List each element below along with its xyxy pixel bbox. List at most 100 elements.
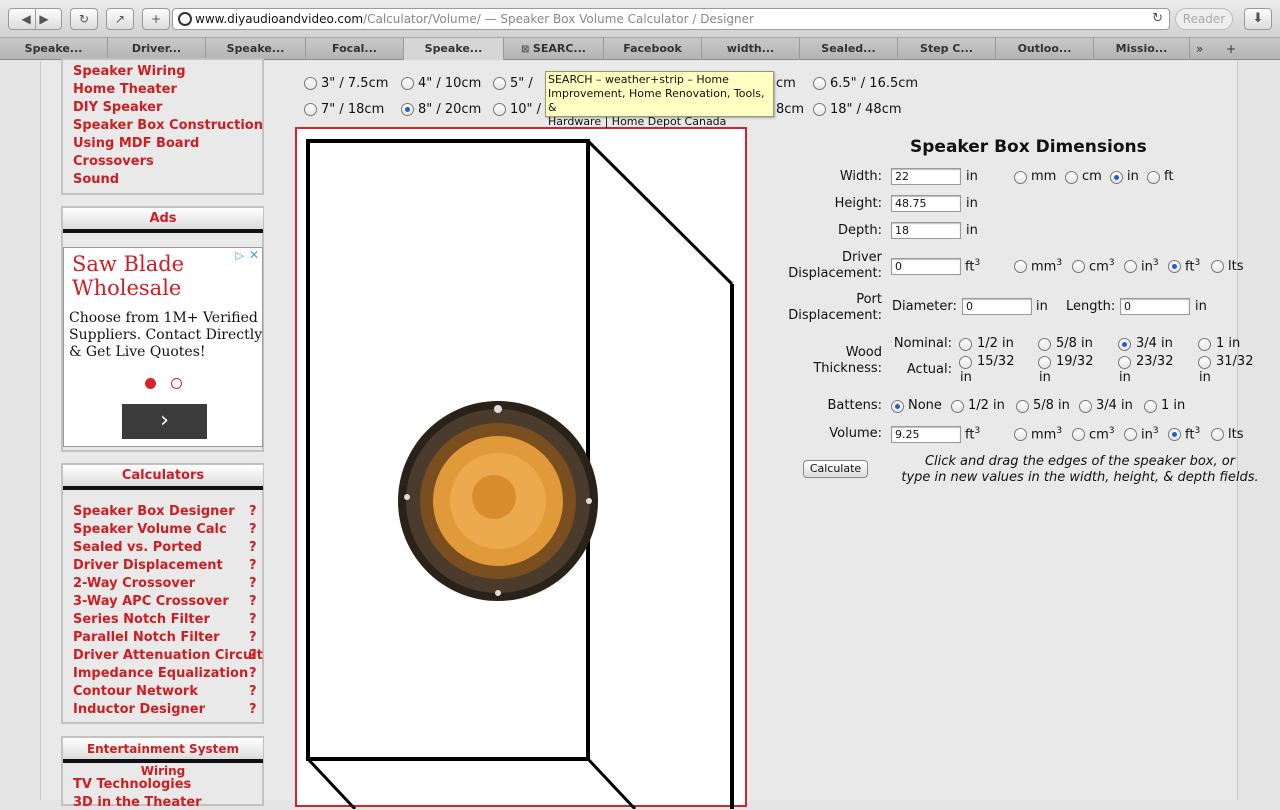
tab[interactable]: Focal... [306, 38, 404, 60]
volume-unit-radio[interactable] [1124, 260, 1137, 273]
driver-size-radio[interactable] [813, 103, 826, 116]
volume-unit-radio[interactable] [1014, 260, 1027, 273]
driver-size-radio[interactable] [304, 103, 317, 116]
help-icon[interactable]: ? [249, 594, 257, 609]
driver-size-radio-selected[interactable] [401, 103, 414, 116]
sidebar-link[interactable]: Crossovers [73, 154, 154, 169]
sidebar-link[interactable]: Speaker Wiring [73, 64, 186, 79]
ad-choices-icon[interactable]: ▷ [236, 249, 244, 262]
actual-thickness-radio[interactable] [1038, 356, 1051, 369]
more-tabs-button[interactable]: » [1196, 38, 1203, 60]
tab[interactable]: Missio... [1094, 38, 1190, 60]
calculator-link[interactable]: Sealed vs. Ported [73, 540, 202, 555]
ad-close-icon[interactable]: ✕ [249, 248, 259, 262]
battens-radio[interactable] [951, 400, 964, 413]
reload-icon[interactable]: ↻ [1152, 9, 1163, 29]
tab[interactable]: Sealed... [800, 38, 898, 60]
volume-unit-radio-selected[interactable] [1168, 260, 1181, 273]
sidebar-link[interactable]: Home Theater [73, 82, 177, 97]
share-button[interactable]: ↗ [106, 8, 134, 30]
volume-unit-radio[interactable] [1072, 260, 1085, 273]
help-icon[interactable]: ? [249, 540, 257, 555]
depth-input[interactable]: 18 [891, 222, 961, 239]
ad-headline[interactable]: Saw Blade [72, 252, 184, 276]
volume-unit-radio[interactable] [1014, 428, 1027, 441]
back-icon[interactable]: ◀ [21, 12, 30, 26]
calculator-link[interactable]: Contour Network [73, 684, 198, 699]
nominal-thickness-radio-selected[interactable] [1118, 338, 1131, 351]
battens-radio[interactable] [1144, 400, 1157, 413]
driver-displacement-input[interactable]: 0 [891, 258, 961, 275]
length-unit-radio[interactable] [1147, 171, 1160, 184]
help-icon[interactable]: ? [249, 630, 257, 645]
driver-size-radio[interactable] [813, 77, 826, 90]
nominal-thickness-radio[interactable] [1038, 338, 1051, 351]
calculator-link[interactable]: Impedance Equalization [73, 666, 248, 681]
actual-thickness-radio[interactable] [1198, 356, 1211, 369]
calculator-link[interactable]: 2-Way Crossover [73, 576, 195, 591]
sidebar-link[interactable]: TV Technologies [73, 777, 191, 792]
speaker-box-canvas[interactable] [295, 127, 749, 809]
driver-size-radio[interactable] [401, 77, 414, 90]
calculator-link[interactable]: Driver Displacement [73, 558, 223, 573]
volume-unit-radio[interactable] [1211, 260, 1224, 273]
volume-unit-radio-selected[interactable] [1168, 428, 1181, 441]
tab[interactable]: Speake... [0, 38, 108, 60]
driver-size-radio[interactable] [493, 103, 506, 116]
ad-headline[interactable]: Wholesale [72, 276, 184, 300]
downloads-button[interactable]: ⬇ [1244, 8, 1272, 30]
sidebar-link[interactable]: Speaker Box Construction [73, 118, 263, 133]
help-icon[interactable]: ? [249, 666, 257, 681]
tab[interactable]: ⊠ SEARC... [504, 38, 604, 60]
tab[interactable]: Speake... [206, 38, 306, 60]
tab[interactable]: width... [702, 38, 800, 60]
sidebar-link[interactable]: 3D in the Theater [73, 795, 202, 810]
calculator-link[interactable]: Series Notch Filter [73, 612, 210, 627]
history-button[interactable]: ↻ [70, 8, 98, 30]
help-icon[interactable]: ? [249, 558, 257, 573]
calculator-link[interactable]: Speaker Volume Calc [73, 522, 227, 537]
sidebar-link[interactable]: DIY Speaker [73, 100, 162, 115]
sidebar-link[interactable]: Sound [73, 172, 119, 187]
length-unit-radio[interactable] [1065, 171, 1078, 184]
calculator-link[interactable]: Parallel Notch Filter [73, 630, 220, 645]
close-tab-icon[interactable]: ⊠ [521, 44, 533, 55]
forward-icon[interactable]: ▶ [39, 12, 48, 26]
address-bar[interactable]: www.diyaudioandvideo.com/Calculator/Volu… [172, 8, 1170, 30]
tab[interactable]: Outloo... [996, 38, 1094, 60]
advertisement[interactable]: Saw Blade Wholesale Choose from 1M+ Veri… [63, 247, 263, 447]
help-icon[interactable]: ? [249, 612, 257, 627]
actual-thickness-radio[interactable] [959, 356, 972, 369]
calculator-link[interactable]: Speaker Box Designer [73, 504, 235, 519]
tab[interactable]: Driver... [108, 38, 206, 60]
battens-radio[interactable] [1016, 400, 1029, 413]
battens-radio[interactable] [1079, 400, 1092, 413]
new-tab-button[interactable]: + [1226, 38, 1236, 60]
port-diameter-input[interactable]: 0 [962, 298, 1032, 315]
help-icon[interactable]: ? [249, 702, 257, 717]
battens-radio-selected[interactable] [891, 400, 904, 413]
volume-input[interactable]: 9.25 [891, 426, 961, 443]
calculator-link[interactable]: 3-Way APC Crossover [73, 594, 229, 609]
length-unit-radio-selected[interactable] [1110, 171, 1123, 184]
volume-unit-radio[interactable] [1072, 428, 1085, 441]
volume-unit-radio[interactable] [1124, 428, 1137, 441]
add-bookmark-button[interactable]: + [142, 8, 170, 30]
help-icon[interactable]: ? [249, 504, 257, 519]
speaker-box-drawing[interactable] [297, 129, 749, 809]
width-input[interactable]: 22 [891, 168, 961, 185]
help-icon[interactable]: ? [249, 684, 257, 699]
calculator-link[interactable]: Driver Attenuation Circuit [73, 648, 263, 663]
actual-thickness-radio[interactable] [1118, 356, 1131, 369]
sidebar-link[interactable]: Using MDF Board [73, 136, 199, 151]
reader-button[interactable]: Reader [1175, 8, 1233, 30]
help-icon[interactable]: ? [249, 522, 257, 537]
driver-size-radio[interactable] [304, 77, 317, 90]
back-forward-buttons[interactable]: ◀ ▶ [8, 8, 62, 30]
volume-unit-radio[interactable] [1211, 428, 1224, 441]
calculator-link[interactable]: Inductor Designer [73, 702, 205, 717]
ad-next-button[interactable]: › [122, 404, 207, 439]
port-length-input[interactable]: 0 [1120, 298, 1190, 315]
height-input[interactable]: 48.75 [891, 195, 961, 212]
ad-dot[interactable] [171, 378, 182, 389]
